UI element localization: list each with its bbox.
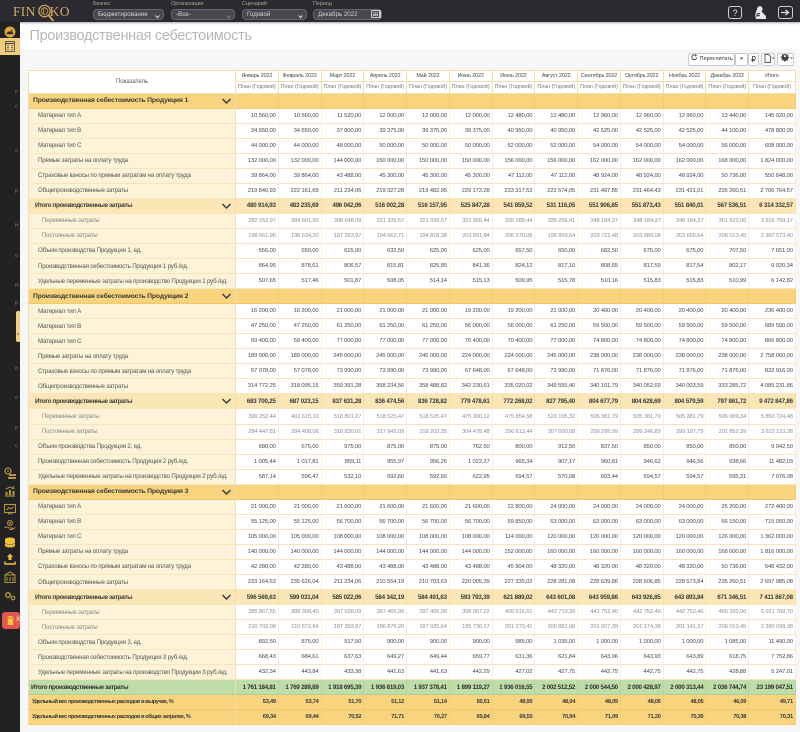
svg-text:F: F bbox=[42, 8, 46, 16]
